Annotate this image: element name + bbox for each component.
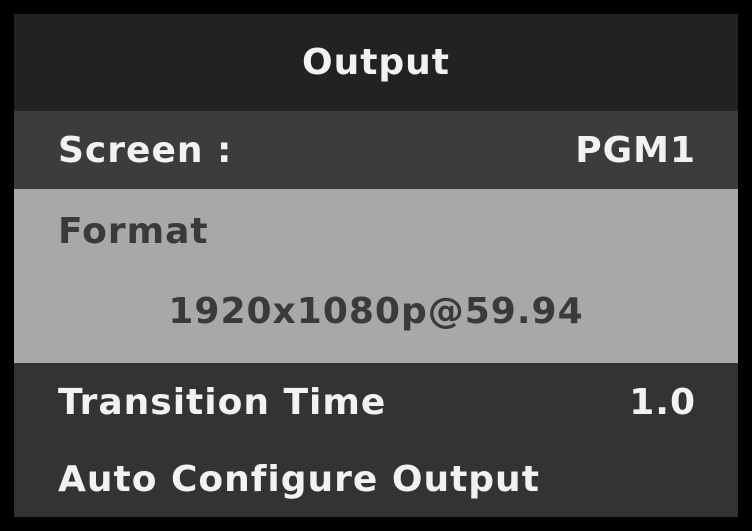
transition-time-label: Transition Time bbox=[58, 381, 387, 423]
output-menu-frame: Output Screen : PGM1 Format 1920x1080p@5… bbox=[0, 0, 752, 531]
format-label: Format bbox=[58, 211, 209, 252]
screen-selector-row[interactable]: Screen : PGM1 bbox=[14, 111, 738, 189]
screen-value[interactable]: PGM1 bbox=[575, 130, 696, 171]
output-menu-panel: Output Screen : PGM1 Format 1920x1080p@5… bbox=[14, 14, 738, 517]
screen-label: Screen : bbox=[58, 129, 233, 171]
auto-configure-output-label: Auto Configure Output bbox=[58, 458, 540, 500]
menu-title: Output bbox=[14, 14, 738, 111]
format-value[interactable]: 1920x1080p@59.94 bbox=[14, 291, 738, 332]
transition-time-value[interactable]: 1.0 bbox=[629, 382, 696, 423]
format-selector-row[interactable]: Format 1920x1080p@59.94 bbox=[14, 189, 738, 363]
transition-time-row[interactable]: Transition Time 1.0 bbox=[14, 363, 738, 441]
auto-configure-output-button[interactable]: Auto Configure Output bbox=[14, 441, 738, 517]
